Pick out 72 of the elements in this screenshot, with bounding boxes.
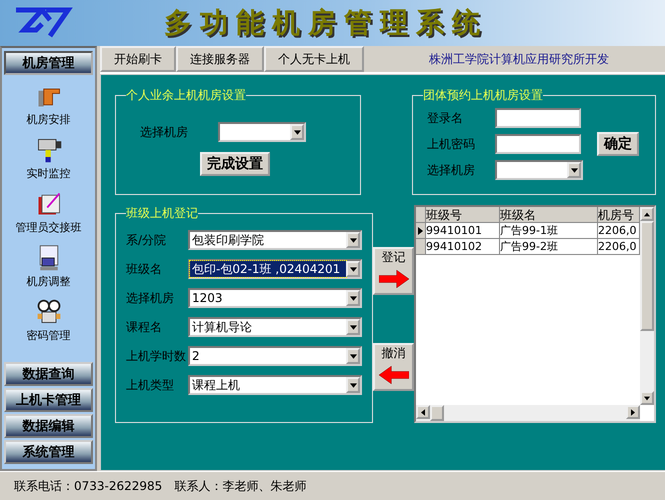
robot-icon[interactable]: [34, 298, 62, 326]
scroll-thumb[interactable]: [430, 405, 444, 421]
dropdown-arrow-icon: [294, 130, 300, 134]
group-title: 班级上机登记: [126, 205, 198, 222]
field-label: 上机类型: [126, 376, 175, 394]
right-arrow-icon: [378, 270, 408, 288]
dropdown-arrow-icon: [350, 354, 356, 358]
table-cell: 广告99-2班: [500, 239, 598, 255]
dropdown-field[interactable]: 包装印刷学院: [188, 230, 362, 250]
field-label: 选择机房: [126, 290, 175, 306]
register-button[interactable]: 登记: [373, 247, 414, 295]
dropdown-field[interactable]: 计算机导论: [188, 317, 362, 337]
sidebar-section-button[interactable]: 系统管理: [4, 440, 93, 464]
sidebar-item-label[interactable]: 机房调整: [26, 274, 70, 289]
group-title: 团体预约上机机房设置: [423, 87, 543, 104]
scroll-up-icon[interactable]: [644, 212, 650, 216]
dropdown-field[interactable]: 包印-包02-1班 ,02404201: [188, 259, 362, 279]
field-label: 登录名: [426, 110, 464, 126]
field-label: 班级名: [126, 260, 163, 278]
app-title: 多功能机房管理系统: [164, 5, 488, 41]
toolbar-button[interactable]: 连接服务器: [176, 46, 264, 72]
dropdown-arrow-icon: [350, 296, 356, 300]
input-field[interactable]: [495, 134, 581, 154]
field-label: 课程名: [126, 318, 163, 336]
contact-phone: 联系电话：0733-2622985: [14, 478, 162, 494]
scroll-right-icon[interactable]: [631, 408, 635, 416]
sidebar-item-label[interactable]: 实时监控: [26, 166, 70, 181]
dropdown-arrow-icon: [570, 168, 578, 172]
row-indicator[interactable]: [416, 223, 426, 239]
current-row-icon: [418, 226, 423, 234]
scroll-left-icon[interactable]: [421, 408, 425, 416]
horizontal-scrollbar[interactable]: [416, 405, 640, 421]
toolbar-button[interactable]: 个人无卡上机: [264, 46, 364, 72]
group-title: 个人业余上机机房设置: [126, 87, 246, 104]
vertical-scrollbar[interactable]: [640, 207, 654, 405]
field-label: 系/分院: [126, 232, 168, 248]
table-cell: 99410102: [426, 239, 500, 255]
dropdown-arrow-icon: [350, 238, 356, 242]
contact-person: 联系人：李老师、朱老师: [174, 478, 306, 494]
input-field[interactable]: [495, 108, 581, 128]
room-dropdown[interactable]: [218, 122, 306, 142]
sidebar-section-button[interactable]: 数据查询: [4, 362, 93, 386]
developer-credit: 株洲工学院计算机应用研究所开发: [428, 50, 610, 68]
toolbar-button[interactable]: 开始刷卡: [100, 46, 176, 72]
column-header[interactable]: 班级号: [426, 207, 500, 223]
table-cell: 99410101: [426, 223, 500, 239]
left-arrow-icon: [378, 366, 408, 384]
sidebar-section-button[interactable]: 上机卡管理: [4, 388, 93, 412]
dropdown-field[interactable]: 1203: [188, 288, 362, 308]
dropdown-arrow-icon: [350, 324, 356, 330]
sidebar-section-button[interactable]: 数据编辑: [4, 414, 93, 438]
sidebar-section-button[interactable]: 机房管理: [4, 51, 93, 75]
column-header[interactable]: 机房号: [598, 207, 640, 223]
field-label: 上机学时数: [126, 348, 187, 364]
dropdown-arrow-icon: [350, 382, 356, 388]
field-label: 选择机房: [426, 162, 476, 178]
scroll-thumb[interactable]: [640, 221, 654, 331]
dropdown-arrow-icon: [350, 266, 356, 272]
dropdown-field[interactable]: 课程上机: [188, 375, 362, 395]
room-dropdown[interactable]: [495, 160, 583, 180]
sidebar-item-label[interactable]: 机房安排: [26, 112, 70, 127]
confirm-button[interactable]: 确定: [597, 132, 639, 156]
sidebar-item-label[interactable]: 管理员交接班: [16, 220, 82, 235]
finish-settings-button[interactable]: 完成设置: [200, 152, 270, 176]
table-cell: 广告99-1班: [500, 223, 598, 239]
field-label: 选择机房: [140, 124, 188, 140]
scroll-down-icon[interactable]: [644, 396, 650, 400]
field-label: 上机密码: [426, 136, 476, 152]
sidebar-item-label[interactable]: 密码管理: [26, 328, 70, 343]
column-header[interactable]: 班级名: [500, 207, 598, 223]
cancel-button[interactable]: 撤消: [373, 343, 414, 391]
dropdown-field[interactable]: 2: [188, 346, 362, 366]
